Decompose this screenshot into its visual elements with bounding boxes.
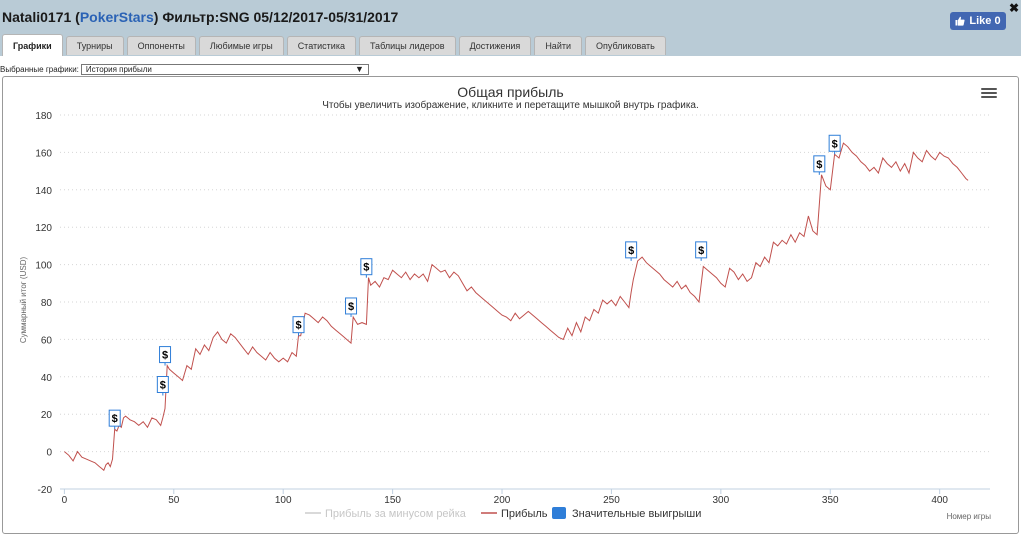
y-axis-title: Суммарный итог (USD) (19, 257, 28, 344)
profit-chart[interactable]: -20 0 20 40 60 80 100 120 140 160 180 0 50 100 150 200 2… (0, 0, 1021, 539)
x-tick-label: 100 (275, 495, 292, 506)
x-tick-label: 200 (494, 495, 511, 506)
y-tick-label: 20 (41, 410, 53, 421)
big-win-marker-label: $ (112, 413, 118, 425)
y-tick-label: 0 (46, 448, 52, 459)
legend-item-1[interactable]: Прибыль (501, 508, 548, 520)
big-win-marker-label: $ (628, 245, 634, 257)
profit-series-line (64, 142, 969, 472)
y-tick-label: 140 (35, 186, 52, 197)
big-win-marker-label: $ (363, 262, 369, 274)
x-tick-label: 300 (713, 495, 730, 506)
y-tick-label: -20 (38, 485, 53, 496)
x-tick-label: 0 (62, 495, 68, 506)
big-win-marker-label: $ (160, 380, 166, 392)
y-tick-label: 80 (41, 298, 53, 309)
y-tick-label: 40 (41, 373, 53, 384)
legend-item-0[interactable]: Прибыль за минусом рейка (325, 508, 467, 520)
x-axis-title: Номер игры (947, 512, 992, 521)
x-tick-label: 150 (384, 495, 401, 506)
x-tick-label: 400 (931, 495, 948, 506)
y-tick-label: 160 (35, 148, 52, 159)
big-win-marker-label: $ (295, 320, 301, 332)
y-tick-label: 180 (35, 111, 52, 122)
big-win-marker-label: $ (698, 245, 704, 257)
big-win-marker-label: $ (832, 138, 838, 150)
x-tick-label: 50 (168, 495, 180, 506)
y-tick-label: 60 (41, 335, 53, 346)
y-tick-label: 120 (35, 223, 52, 234)
legend-swatch (552, 507, 566, 519)
big-win-marker-label: $ (816, 159, 822, 171)
x-tick-label: 350 (822, 495, 839, 506)
legend-item-2[interactable]: Значительные выигрыши (572, 508, 701, 520)
x-tick-label: 250 (603, 495, 620, 506)
big-win-marker-label: $ (162, 350, 168, 362)
y-tick-label: 100 (35, 261, 52, 272)
big-win-marker-label: $ (348, 301, 354, 313)
